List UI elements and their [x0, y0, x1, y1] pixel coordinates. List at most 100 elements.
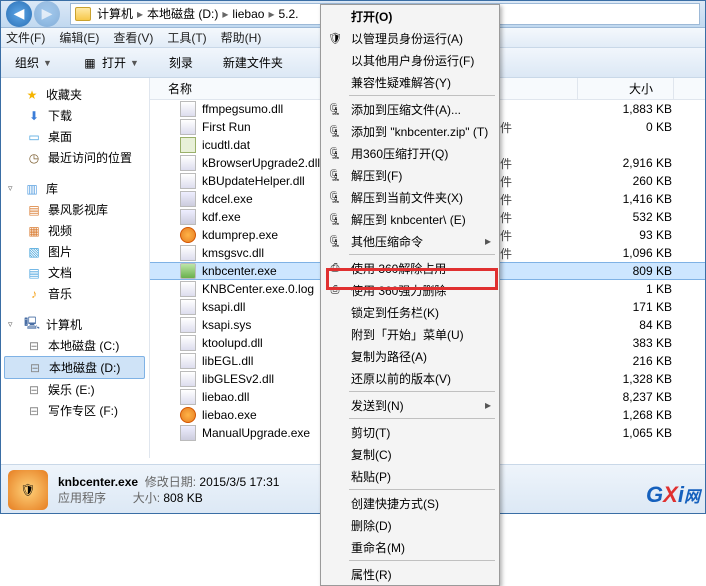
file-size: 0 KB — [596, 120, 692, 134]
file-name: kdf.exe — [202, 210, 241, 224]
file-name: libGLESv2.dll — [202, 372, 274, 386]
ctx-add-archive[interactable]: 🗜添加到压缩文件(A)... — [321, 98, 499, 120]
file-icon — [180, 245, 196, 261]
file-name: kBUpdateHelper.dll — [202, 174, 305, 188]
sidebar-videos[interactable]: ▦视频 — [4, 220, 145, 241]
ctx-360-unlock[interactable]: ⎙使用 360解除占用 — [321, 257, 499, 279]
ctx-open-360zip[interactable]: 🗜用360压缩打开(Q) — [321, 142, 499, 164]
file-icon — [180, 191, 196, 207]
col-size[interactable]: 大小 — [578, 78, 674, 99]
file-size: 84 KB — [596, 318, 692, 332]
ctx-extract-here[interactable]: 🗜解压到当前文件夹(X) — [321, 186, 499, 208]
file-name: liebao.exe — [202, 408, 257, 422]
status-filetype: 应用程序 — [58, 491, 106, 505]
file-icon — [180, 353, 196, 369]
menu-view[interactable]: 查看(V) — [113, 29, 153, 46]
forward-button[interactable]: ▶ — [34, 1, 60, 27]
file-icon — [180, 155, 196, 171]
ctx-send-to[interactable]: 发送到(N)▸ — [321, 394, 499, 416]
burn-button[interactable]: 刻录 — [160, 50, 202, 75]
file-name: First Run — [202, 120, 251, 134]
file-name: ffmpegsumo.dll — [202, 102, 283, 116]
file-name: ktoolupd.dll — [202, 336, 263, 350]
ctx-copy[interactable]: 复制(C) — [321, 443, 499, 465]
ctx-pin-start[interactable]: 附到「开始」菜单(U) — [321, 323, 499, 345]
crumb-computer[interactable]: 计算机 — [95, 5, 135, 22]
file-size: 809 KB — [596, 264, 692, 278]
status-filesize: 808 KB — [163, 491, 202, 505]
ctx-rename[interactable]: 重命名(M) — [321, 536, 499, 558]
ctx-properties[interactable]: 属性(R) — [321, 563, 499, 585]
status-file-icon: 🛡 — [8, 470, 48, 510]
ctx-runas-other[interactable]: 以其他用户身份运行(F) — [321, 49, 499, 71]
file-icon — [180, 407, 196, 423]
file-size: 532 KB — [596, 210, 692, 224]
sidebar-recent[interactable]: ◷最近访问的位置 — [4, 147, 145, 168]
file-icon — [180, 281, 196, 297]
ctx-other-zip[interactable]: 🗜其他压缩命令▸ — [321, 230, 499, 252]
sidebar-baofeng[interactable]: ▤暴风影视库 — [4, 199, 145, 220]
sidebar-computer[interactable]: ▿🖳计算机 — [4, 314, 145, 335]
ctx-add-named-zip[interactable]: 🗜添加到 "knbcenter.zip" (T) — [321, 120, 499, 142]
file-name: knbcenter.exe — [202, 264, 277, 278]
ctx-extract-named[interactable]: 🗜解压到 knbcenter\ (E) — [321, 208, 499, 230]
file-type: 文件 — [488, 209, 596, 226]
file-icon — [180, 101, 196, 117]
sidebar-desktop[interactable]: ▭桌面 — [4, 126, 145, 147]
ctx-delete[interactable]: 删除(D) — [321, 514, 499, 536]
crumb-liebao[interactable]: liebao — [230, 7, 266, 21]
ctx-pin-taskbar[interactable]: 锁定到任务栏(K) — [321, 301, 499, 323]
sidebar-documents[interactable]: ▤文档 — [4, 262, 145, 283]
file-size: 1,883 KB — [596, 102, 692, 116]
newfolder-button[interactable]: 新建文件夹 — [214, 50, 292, 75]
sidebar-disk-e[interactable]: ⊟娱乐 (E:) — [4, 379, 145, 400]
file-size: 216 KB — [596, 354, 692, 368]
crumb-disk-d[interactable]: 本地磁盘 (D:) — [145, 5, 220, 22]
sidebar-disk-c[interactable]: ⊟本地磁盘 (C:) — [4, 335, 145, 356]
ctx-cut[interactable]: 剪切(T) — [321, 421, 499, 443]
file-icon — [180, 173, 196, 189]
ctx-360-force-delete[interactable]: ⎙使用 360强力删除 — [321, 279, 499, 301]
file-size: 8,237 KB — [596, 390, 692, 404]
context-menu: 打开(O) 🛡以管理员身份运行(A) 以其他用户身份运行(F) 兼容性疑难解答(… — [320, 4, 500, 586]
sidebar-pictures[interactable]: ▧图片 — [4, 241, 145, 262]
file-size: 1,065 KB — [596, 426, 692, 440]
file-type: 文件 — [488, 119, 596, 136]
ctx-extract-to[interactable]: 🗜解压到(F) — [321, 164, 499, 186]
ctx-copy-path[interactable]: 复制为路径(A) — [321, 345, 499, 367]
file-name: kmsgsvc.dll — [202, 246, 264, 260]
sidebar-disk-f[interactable]: ⊟写作专区 (F:) — [4, 400, 145, 421]
organize-button[interactable]: 组织▼ — [6, 50, 61, 75]
ctx-runas-admin[interactable]: 🛡以管理员身份运行(A) — [321, 27, 499, 49]
ctx-open[interactable]: 打开(O) — [321, 5, 499, 27]
menu-tools[interactable]: 工具(T) — [167, 29, 206, 46]
sidebar-music[interactable]: ♪音乐 — [4, 283, 145, 304]
file-name: ManualUpgrade.exe — [202, 426, 310, 440]
file-icon — [180, 263, 196, 279]
file-name: liebao.dll — [202, 390, 249, 404]
sidebar-favorites[interactable]: ★收藏夹 — [4, 84, 145, 105]
back-button[interactable]: ◀ — [6, 1, 32, 27]
menu-edit[interactable]: 编辑(E) — [59, 29, 99, 46]
file-icon — [180, 119, 196, 135]
open-button[interactable]: ▦打开▼ — [73, 50, 148, 75]
ctx-shortcut[interactable]: 创建快捷方式(S) — [321, 492, 499, 514]
sidebar-downloads[interactable]: ⬇下载 — [4, 105, 145, 126]
sidebar-disk-d[interactable]: ⊟本地磁盘 (D:) — [4, 356, 145, 379]
crumb-version[interactable]: 5.2. — [276, 7, 300, 21]
file-size: 1 KB — [596, 282, 692, 296]
ctx-restore-version[interactable]: 还原以前的版本(V) — [321, 367, 499, 389]
menu-file[interactable]: 文件(F) — [6, 29, 45, 46]
file-name: kdumprep.exe — [202, 228, 278, 242]
menu-help[interactable]: 帮助(H) — [221, 29, 262, 46]
sidebar-libraries[interactable]: ▿▥库 — [4, 178, 145, 199]
ctx-compat[interactable]: 兼容性疑难解答(Y) — [321, 71, 499, 93]
file-icon — [180, 335, 196, 351]
file-icon — [180, 317, 196, 333]
file-type: 文件 — [488, 173, 596, 190]
file-name: ksapi.sys — [202, 318, 251, 332]
ctx-paste[interactable]: 粘贴(P) — [321, 465, 499, 487]
file-type: 文件 — [488, 191, 596, 208]
sidebar: ★收藏夹 ⬇下载 ▭桌面 ◷最近访问的位置 ▿▥库 ▤暴风影视库 ▦视频 ▧图片… — [0, 78, 150, 458]
watermark: GXi网 — [646, 482, 700, 508]
